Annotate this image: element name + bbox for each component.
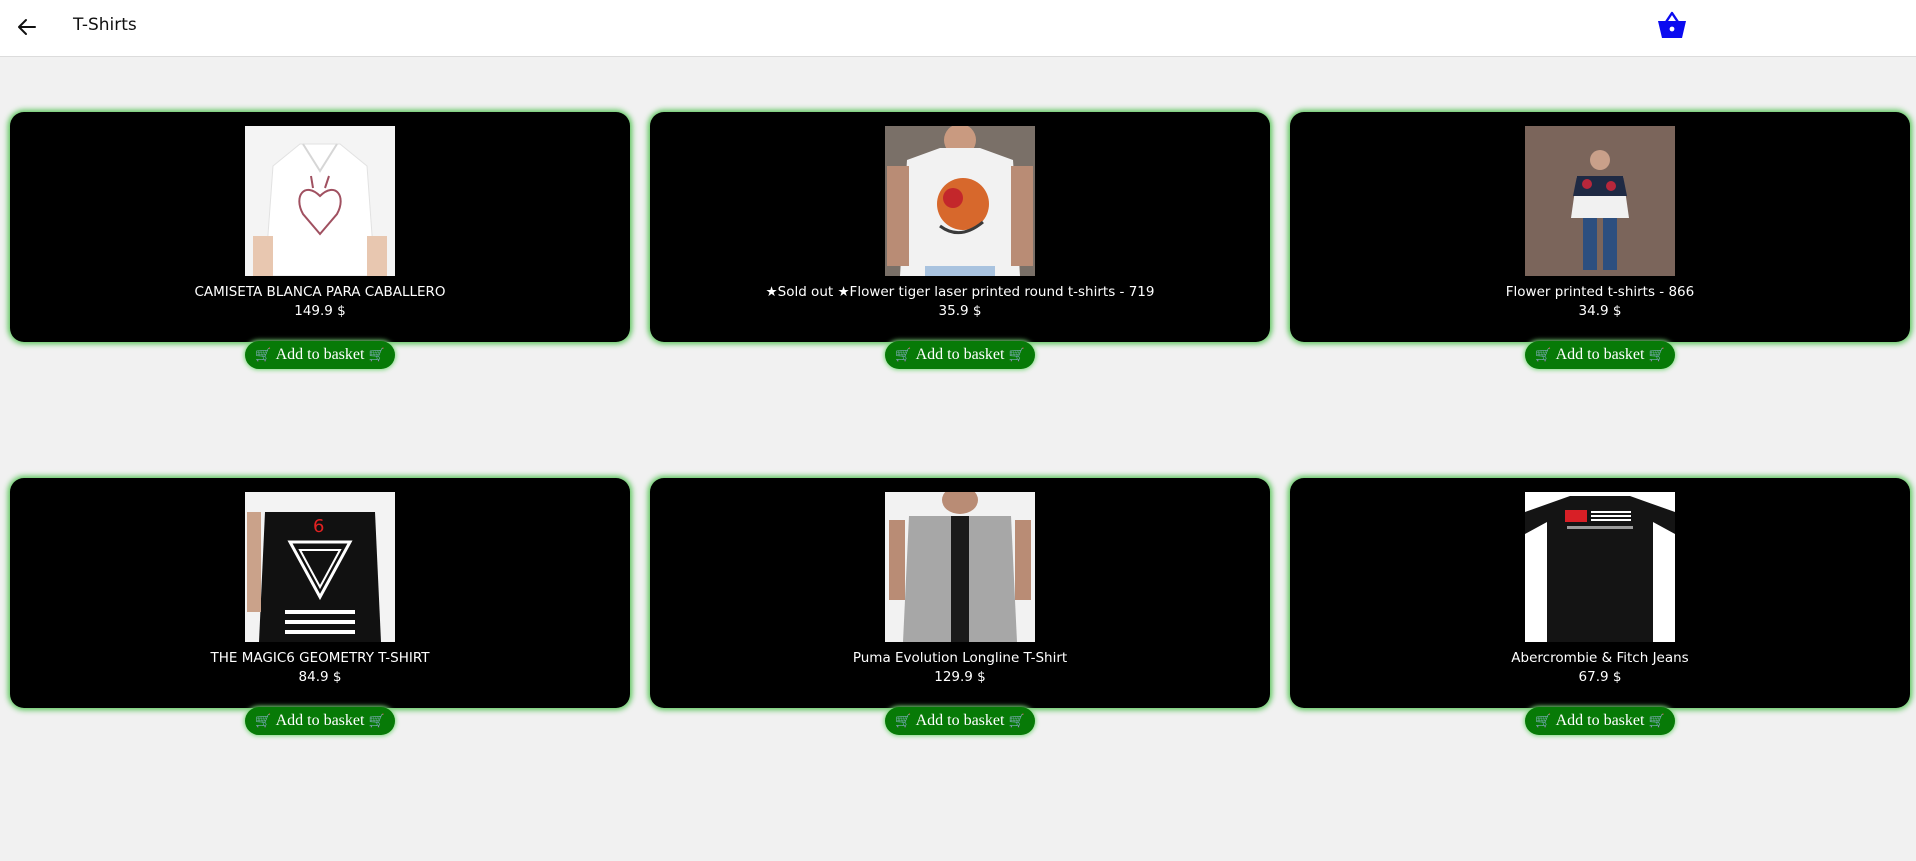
product-card: Puma Evolution Longline T-Shirt 129.9 $ (650, 478, 1270, 708)
page-title: T-Shirts (73, 15, 137, 35)
product-price: 129.9 $ (934, 669, 986, 685)
add-to-basket-label: Add to basket (1555, 346, 1645, 363)
basket-button[interactable] (1655, 8, 1689, 42)
arrow-left-icon (18, 19, 36, 35)
product-image[interactable] (1525, 492, 1675, 642)
add-to-basket-button[interactable]: 🛒 Add to basket 🛒 (885, 707, 1035, 735)
product-price: 67.9 $ (1578, 669, 1622, 685)
product-name: Puma Evolution Longline T-Shirt (852, 650, 1068, 666)
add-to-basket-label: Add to basket (1555, 712, 1645, 729)
product-card: 6 THE MAGIC6 GEOMETRY T-SHIRT 84.9 $ (10, 478, 630, 708)
add-to-basket-label: Add to basket (915, 712, 1005, 729)
product-name: ★Sold out ★Flower tiger laser printed ro… (765, 284, 1155, 300)
add-to-basket-button[interactable]: 🛒 Add to basket 🛒 (1525, 341, 1675, 369)
product-price: 149.9 $ (294, 303, 346, 319)
cart-icon: 🛒 (1535, 347, 1552, 363)
product-card: Abercrombie & Fitch Jeans 67.9 $ (1290, 478, 1910, 708)
add-to-basket-button[interactable]: 🛒 Add to basket 🛒 (245, 707, 395, 735)
product-image[interactable] (1525, 126, 1675, 276)
product-name: Abercrombie & Fitch Jeans (1511, 650, 1689, 666)
product-price: 35.9 $ (938, 303, 982, 319)
product-image[interactable] (885, 492, 1035, 642)
cart-icon: 🛒 (1535, 713, 1552, 729)
add-to-basket-label: Add to basket (275, 346, 365, 363)
cart-icon: 🛒 (255, 713, 272, 729)
basket-icon (1658, 11, 1686, 38)
add-to-basket-button[interactable]: 🛒 Add to basket 🛒 (885, 341, 1035, 369)
cart-icon: 🛒 (368, 347, 385, 363)
back-button[interactable] (14, 14, 40, 40)
product-price: 84.9 $ (298, 669, 342, 685)
product-name: Flower printed t-shirts - 866 (1505, 284, 1695, 300)
product-name: THE MAGIC6 GEOMETRY T-SHIRT (210, 650, 430, 666)
product-image[interactable]: 6 (245, 492, 395, 642)
product-price: 34.9 $ (1578, 303, 1622, 319)
product-card: CAMISETA BLANCA PARA CABALLERO 149.9 $ (10, 112, 630, 342)
product-image[interactable] (885, 126, 1035, 276)
product-image[interactable] (245, 126, 395, 276)
cart-icon: 🛒 (1648, 713, 1665, 729)
add-to-basket-button[interactable]: 🛒 Add to basket 🛒 (245, 341, 395, 369)
cart-icon: 🛒 (895, 347, 912, 363)
product-card: Flower printed t-shirts - 866 34.9 $ (1290, 112, 1910, 342)
cart-icon: 🛒 (1008, 347, 1025, 363)
app-header: T-Shirts (0, 0, 1916, 57)
cart-icon: 🛒 (368, 713, 385, 729)
add-to-basket-button[interactable]: 🛒 Add to basket 🛒 (1525, 707, 1675, 735)
cart-icon: 🛒 (895, 713, 912, 729)
cart-icon: 🛒 (255, 347, 272, 363)
svg-text:6: 6 (313, 516, 324, 537)
add-to-basket-label: Add to basket (915, 346, 1005, 363)
product-card: ★Sold out ★Flower tiger laser printed ro… (650, 112, 1270, 342)
product-name: CAMISETA BLANCA PARA CABALLERO (194, 284, 446, 300)
add-to-basket-label: Add to basket (275, 712, 365, 729)
cart-icon: 🛒 (1008, 713, 1025, 729)
cart-icon: 🛒 (1648, 347, 1665, 363)
